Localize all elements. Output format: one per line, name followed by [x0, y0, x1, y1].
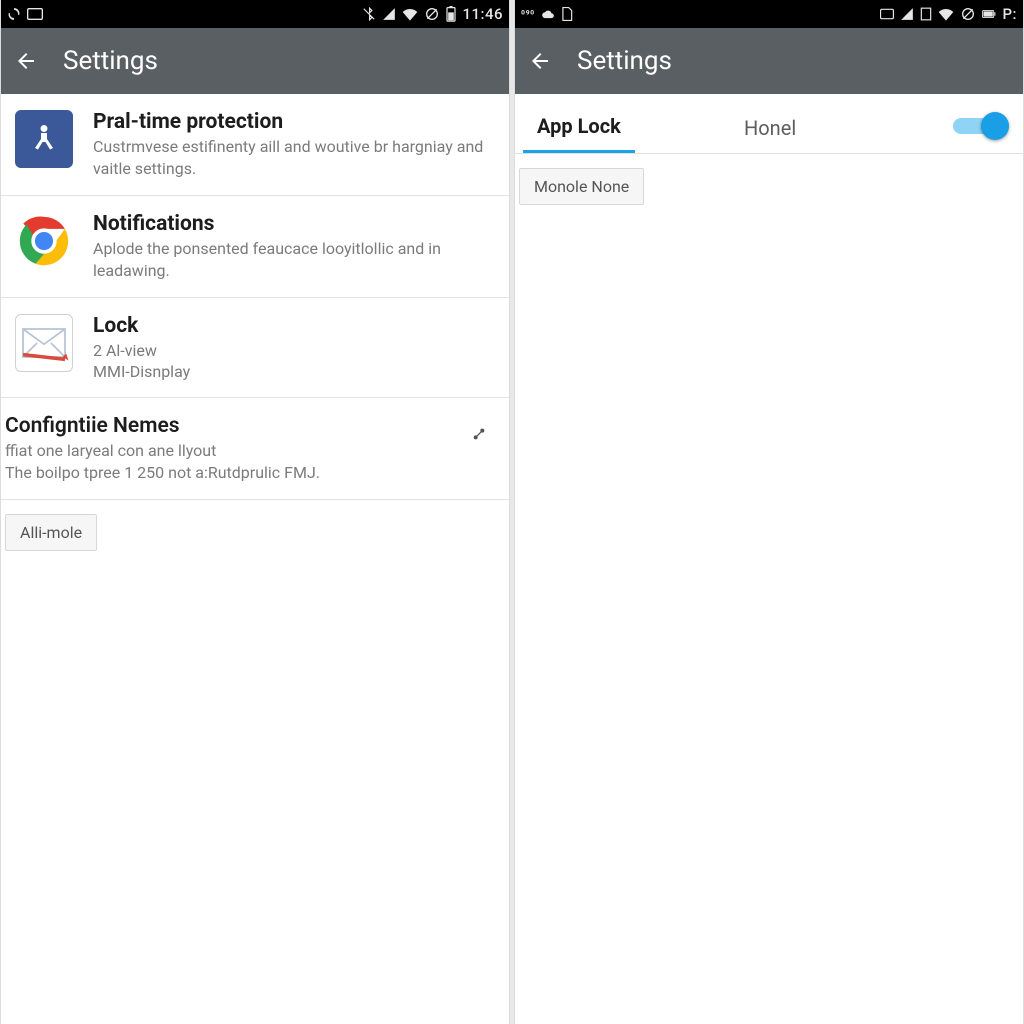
right-screen: ⁰⁹⁰: [514, 0, 1024, 1024]
page-title: Settings: [63, 46, 158, 76]
row-line1: ffiat one laryeal con ane llyout: [5, 440, 493, 462]
status-clock: P:: [1002, 5, 1017, 23]
row-config-names[interactable]: Configntiie Nemes ffiat one laryeal con …: [1, 398, 509, 500]
status-bar: ⁰⁹⁰: [515, 0, 1023, 28]
row-title: Configntiie Nemes: [5, 414, 493, 438]
row-subtitle: 2 Al-view: [93, 340, 493, 362]
page-title: Settings: [577, 46, 672, 76]
row-subtitle-2: MMI-Disnplay: [93, 362, 493, 381]
chip-monole-none[interactable]: Monole None: [519, 168, 644, 205]
applock-content: App Lock Honel Monole None: [515, 94, 1023, 1024]
applock-toggle[interactable]: [953, 112, 1005, 140]
mail-icon: [15, 314, 73, 372]
signal-icon: [900, 7, 914, 21]
battery-icon: [446, 6, 456, 22]
row-line2: The boilpo tpree 1 250 not a:Rutdprulic …: [5, 462, 493, 484]
external-icon: [471, 426, 487, 447]
chip-allimole[interactable]: Alli-mole: [5, 514, 97, 551]
settings-list: Pral-time protection Custrmvese estifine…: [1, 94, 509, 1024]
page-icon: [561, 7, 573, 21]
row-realtime-protection[interactable]: Pral-time protection Custrmvese estifine…: [1, 94, 509, 196]
left-screen: 11:46 Settings Pral-time protection Cust…: [0, 0, 510, 1024]
card-icon: [880, 8, 894, 20]
tab-bar: App Lock Honel: [515, 94, 1023, 154]
row-title: Lock: [93, 314, 493, 338]
status-clock: 11:46: [462, 5, 503, 23]
status-bar: 11:46: [1, 0, 509, 28]
chrome-icon: [15, 212, 73, 270]
bluetooth-off-icon: [362, 7, 376, 21]
accessibility-icon: [15, 110, 73, 168]
sync-icon: [7, 7, 21, 21]
tab-app-lock[interactable]: App Lock: [523, 98, 635, 153]
cloud-icon: [541, 8, 555, 20]
row-lock[interactable]: Lock 2 Al-view MMI-Disnplay: [1, 298, 509, 398]
row-subtitle: Aplode the ponsented feaucace looyitloll…: [93, 238, 493, 281]
signal-icon: [382, 7, 396, 21]
wifi-icon: [938, 7, 954, 21]
app-bar: Settings: [515, 28, 1023, 94]
back-button[interactable]: [527, 48, 553, 74]
num-icon: ⁰⁹⁰: [521, 8, 535, 21]
row-notifications[interactable]: Notifications Aplode the ponsented feauc…: [1, 196, 509, 298]
card-icon: [27, 8, 43, 20]
no-data-icon: [424, 7, 440, 21]
row-subtitle: Custrmvese estifinenty aill and woutive …: [93, 136, 493, 179]
battery-icon: [982, 8, 996, 20]
no-data-icon: [960, 7, 976, 21]
tab-honel[interactable]: Honel: [730, 100, 810, 152]
row-title: Pral-time protection: [93, 110, 493, 134]
wifi-icon: [402, 7, 418, 21]
app-bar: Settings: [1, 28, 509, 94]
back-button[interactable]: [13, 48, 39, 74]
blank-icon: [920, 7, 932, 21]
row-title: Notifications: [93, 212, 493, 236]
